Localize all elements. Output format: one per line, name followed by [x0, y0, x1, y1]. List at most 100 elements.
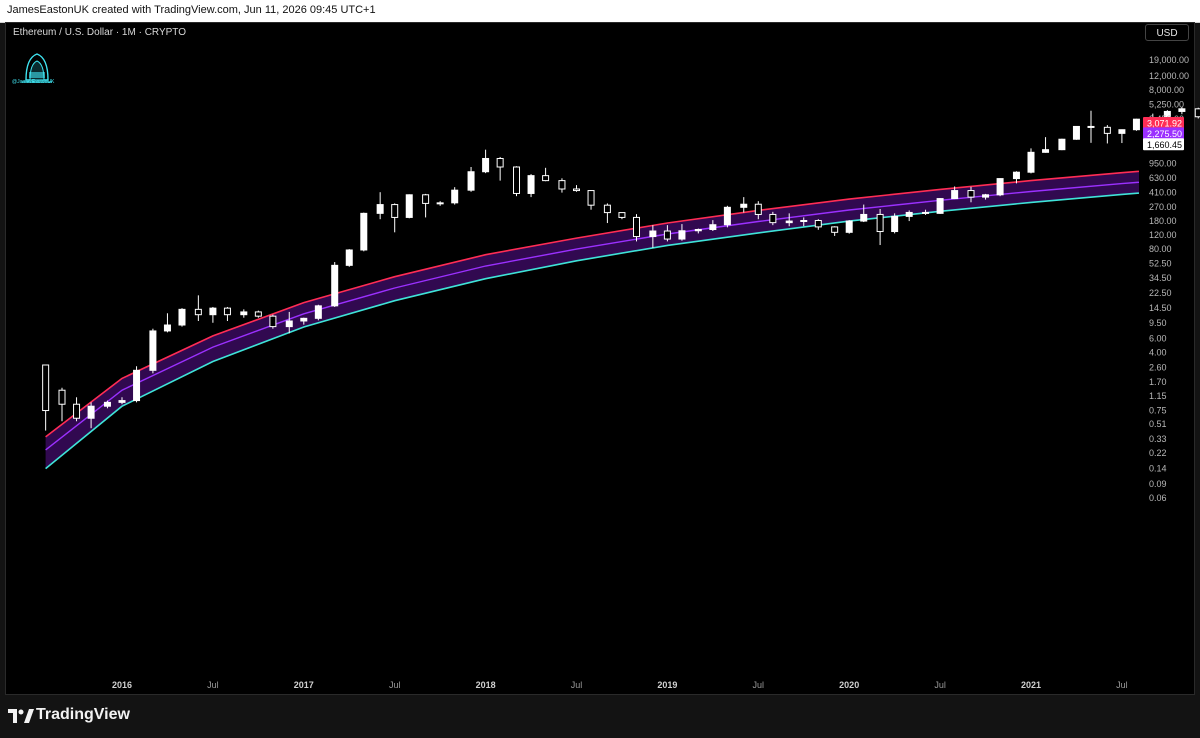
- candle-body: [1103, 126, 1111, 134]
- price-label-mid-text: 2,275.50: [1147, 129, 1182, 139]
- y-tick-label: 22.50: [1149, 288, 1172, 298]
- candle-body: [1072, 125, 1080, 140]
- candle-body: [42, 364, 50, 412]
- candle-body: [558, 180, 566, 190]
- candle-body: [1012, 171, 1020, 180]
- y-tick-label: 1.70: [1149, 377, 1167, 387]
- y-tick-label: 19,000.00: [1149, 55, 1189, 65]
- candle-body: [860, 213, 868, 222]
- candle-body: [769, 213, 777, 224]
- candle-body: [405, 194, 413, 218]
- candle-body: [194, 308, 202, 316]
- candle-body: [391, 204, 399, 218]
- x-tick-label: 2019: [657, 680, 677, 690]
- candle-body: [1194, 108, 1200, 118]
- y-tick-label: 5,250.00: [1149, 99, 1184, 109]
- candle-body: [254, 311, 262, 317]
- candle-body: [845, 220, 853, 233]
- candle-body: [1027, 151, 1035, 173]
- candle-body: [376, 204, 384, 214]
- y-tick-label: 950.00: [1149, 159, 1177, 169]
- candle-body: [996, 178, 1004, 196]
- candle-body: [800, 219, 808, 222]
- y-tick-label: 0.75: [1149, 406, 1167, 416]
- price-label-upper-text: 3,071.92: [1147, 118, 1182, 128]
- candle-body: [603, 204, 611, 214]
- candle-body: [649, 230, 657, 238]
- candle-body: [905, 211, 913, 217]
- symbol-title: Ethereum / U.S. Dollar · 1M · CRYPTO: [13, 27, 187, 38]
- x-tick-label: Jul: [207, 680, 219, 690]
- y-tick-label: 12,000.00: [1149, 71, 1189, 81]
- x-tick-label: 2017: [294, 680, 314, 690]
- watermark-handle: @JamesEastonUK: [12, 79, 55, 85]
- candle-body: [436, 202, 444, 205]
- candle-body: [951, 190, 959, 200]
- candle-body: [209, 307, 217, 316]
- candle-body: [527, 175, 535, 194]
- candle-body: [451, 189, 459, 204]
- candle-body: [754, 203, 762, 215]
- candle-body: [814, 219, 822, 228]
- x-tick-label: 2018: [476, 680, 496, 690]
- y-tick-label: 410.00: [1149, 188, 1177, 198]
- candle-body: [360, 212, 368, 251]
- tradingview-logo-icon[interactable]: [8, 708, 34, 724]
- candle-body: [240, 311, 248, 316]
- y-tick-label: 34.50: [1149, 273, 1172, 283]
- x-tick-label: Jul: [1116, 680, 1128, 690]
- y-tick-label: 14.50: [1149, 303, 1172, 313]
- y-tick-label: 630.00: [1149, 173, 1177, 183]
- y-tick-label: 0.14: [1149, 464, 1167, 474]
- y-tick-label: 0.33: [1149, 434, 1167, 444]
- y-tick-label: 270.00: [1149, 202, 1177, 212]
- candle-body: [314, 305, 322, 319]
- y-tick-label: 0.51: [1149, 419, 1167, 429]
- y-tick-label: 9.50: [1149, 318, 1167, 328]
- candle-body: [876, 213, 884, 233]
- y-tick-label: 80.00: [1149, 244, 1172, 254]
- y-tick-label: 0.22: [1149, 448, 1167, 458]
- candle-body: [345, 249, 353, 266]
- x-tick-label: Jul: [934, 680, 946, 690]
- candle-body: [73, 403, 81, 419]
- y-tick-label: 4.00: [1149, 348, 1167, 358]
- y-tick-label: 1.15: [1149, 391, 1167, 401]
- x-tick-label: 2016: [112, 680, 132, 690]
- candle-body: [573, 188, 580, 192]
- upper-band-line: [45, 170, 1139, 438]
- y-tick-label: 120.00: [1149, 230, 1177, 240]
- candle-body: [149, 330, 157, 371]
- candle-body: [58, 389, 66, 405]
- candle-body: [694, 229, 702, 232]
- candle-body: [1042, 149, 1050, 153]
- candle-body: [482, 157, 490, 173]
- x-tick-label: Jul: [389, 680, 401, 690]
- y-tick-label: 180.00: [1149, 216, 1177, 226]
- y-tick-label: 6.00: [1149, 334, 1167, 344]
- candle-body: [740, 203, 748, 208]
- candle-body: [285, 320, 293, 328]
- candle-body: [422, 194, 430, 204]
- candle-body: [118, 400, 126, 403]
- y-tick-label: 2.60: [1149, 363, 1167, 373]
- candle-body: [496, 157, 504, 168]
- x-tick-label: Jul: [571, 680, 583, 690]
- candle-body: [133, 369, 141, 402]
- x-tick-label: Jul: [753, 680, 765, 690]
- candle-body: [618, 212, 626, 218]
- tradingview-brand[interactable]: TradingView: [36, 706, 130, 724]
- y-tick-label: 52.50: [1149, 259, 1172, 269]
- candle-body: [1087, 125, 1095, 128]
- x-tick-label: 2020: [839, 680, 859, 690]
- candle-body: [103, 401, 111, 407]
- candle-body: [709, 224, 717, 231]
- candle-body: [223, 307, 231, 316]
- candle-body: [922, 211, 930, 214]
- x-tick-label: 2021: [1021, 680, 1041, 690]
- candle-body: [831, 226, 839, 233]
- candle-body: [163, 324, 171, 332]
- currency-button[interactable]: USD: [1145, 24, 1189, 41]
- price-label-last-text: 1,660.45: [1147, 140, 1182, 150]
- price-chart[interactable]: 19,000.0012,000.008,000.005,250.003,450.…: [0, 0, 1200, 738]
